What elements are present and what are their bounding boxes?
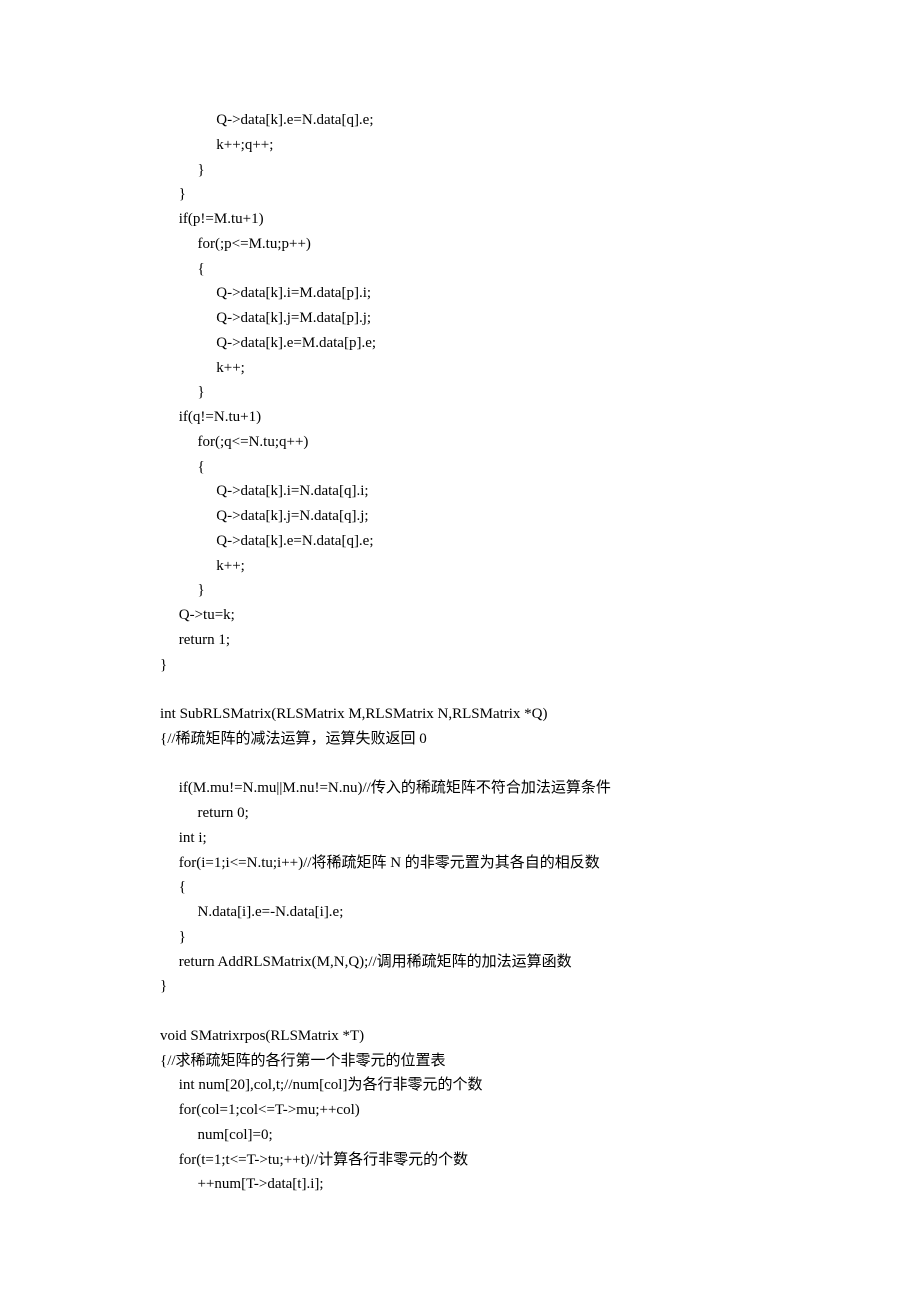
- code-block: Q->data[k].e=N.data[q].e; k++;q++; } } i…: [160, 108, 790, 1197]
- code-page: Q->data[k].e=N.data[q].e; k++;q++; } } i…: [0, 0, 920, 1302]
